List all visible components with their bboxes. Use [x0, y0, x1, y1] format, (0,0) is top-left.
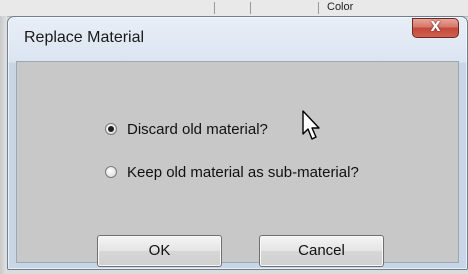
cancel-button[interactable]: Cancel	[259, 235, 384, 267]
keep-radio[interactable]	[105, 166, 117, 178]
title-bar[interactable]: Replace Material X	[8, 17, 467, 61]
keep-option-label[interactable]: Keep old material as sub-material?	[127, 164, 359, 181]
background-label: Color	[327, 1, 354, 13]
mouse-pointer-icon	[302, 110, 320, 140]
keep-option[interactable]: Keep old material as sub-material?	[105, 162, 359, 182]
background-toolbar: Color	[0, 0, 468, 17]
discard-radio[interactable]	[105, 123, 117, 135]
discard-option[interactable]: Discard old material?	[105, 119, 268, 139]
dialog-title: Replace Material	[24, 29, 145, 46]
replace-material-dialog: Replace Material X Discard old material?…	[7, 16, 468, 270]
ok-button[interactable]: OK	[97, 235, 222, 267]
background-panel-edge	[0, 16, 7, 274]
dialog-content: Discard old material? Keep old material …	[16, 61, 459, 263]
toolbar-divider	[318, 2, 319, 14]
close-button[interactable]: X	[412, 18, 459, 38]
discard-option-label[interactable]: Discard old material?	[127, 121, 268, 138]
toolbar-divider	[250, 2, 251, 14]
close-icon: X	[430, 20, 441, 35]
toolbar-divider	[214, 2, 215, 14]
